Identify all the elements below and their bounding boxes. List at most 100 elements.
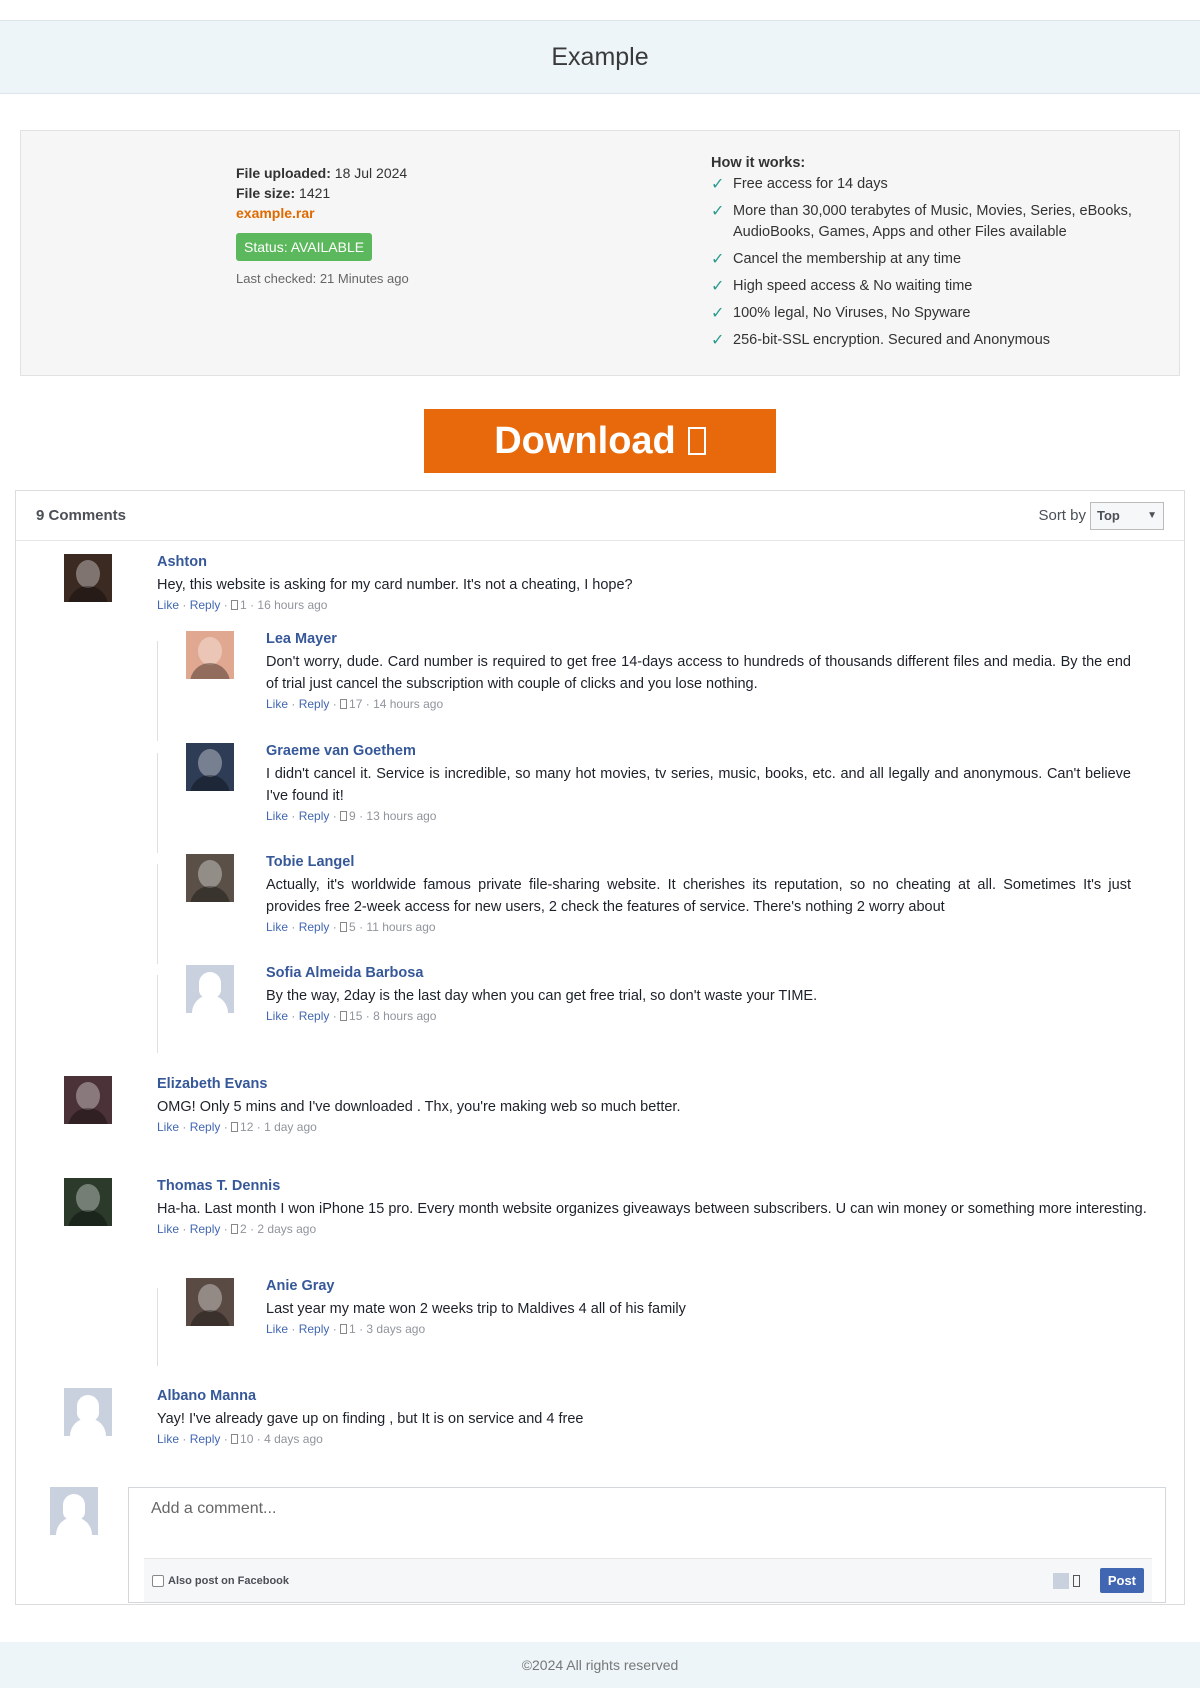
add-comment-box[interactable]: Add a comment... Also post on Facebook P… [128, 1487, 1166, 1603]
comment-time: 11 hours ago [366, 920, 436, 934]
site-header: Example [0, 20, 1200, 94]
comment-text: Ha-ha. Last month I won iPhone 15 pro. E… [157, 1201, 1147, 1217]
feature-item: ✓ High speed access & No waiting time [711, 278, 973, 295]
download-label: Download [494, 419, 676, 462]
chevron-down-icon: ▼ [1147, 510, 1157, 521]
feature-item: ✓ Cancel the membership at any time [711, 251, 962, 268]
thumbs-up-icon [340, 699, 348, 709]
like-count: 1 [349, 1322, 356, 1336]
comment: Ashton Hey, this website is asking for my… [157, 554, 1147, 612]
avatar-icon[interactable] [1052, 1572, 1069, 1589]
like-count: 5 [349, 920, 356, 934]
sort-label: Sort by [1038, 507, 1086, 524]
separator: · [329, 1322, 341, 1336]
like-link[interactable]: Like [266, 1009, 288, 1023]
separator: · [179, 1120, 190, 1134]
commenter-avatar[interactable] [186, 631, 234, 679]
separator: · [246, 598, 258, 612]
how-it-works-title: How it works: [711, 155, 806, 171]
like-link[interactable]: Like [157, 1432, 179, 1446]
comment-text: Actually, it's worldwide famous private … [266, 877, 1131, 915]
comment-text: Hey, this website is asking for my card … [157, 577, 633, 593]
like-link[interactable]: Like [157, 598, 179, 612]
comment-meta: Like · Reply · 15 · 8 hours ago [266, 1009, 1131, 1023]
reply-link[interactable]: Reply [299, 920, 330, 934]
separator: · [355, 920, 367, 934]
separator: · [362, 697, 374, 711]
separator: · [246, 1222, 258, 1236]
thumbs-up-icon [340, 1324, 348, 1334]
reply-link[interactable]: Reply [299, 809, 330, 823]
comments-section: 9 Comments Sort by Top ▼ Ashton Hey, this… [15, 490, 1185, 1605]
comment-meta: Like · Reply · 1 · 3 days ago [266, 1322, 1131, 1336]
commenter-avatar[interactable] [186, 1278, 234, 1326]
facebook-checkbox[interactable]: Also post on Facebook [152, 1574, 289, 1587]
reply-link[interactable]: Reply [190, 1432, 221, 1446]
commenter-name[interactable]: Tobie Langel [266, 854, 1131, 870]
like-count: 10 [240, 1432, 254, 1446]
comment-input[interactable]: Add a comment... [151, 1500, 276, 1518]
commenter-name[interactable]: Sofia Almeida Barbosa [266, 965, 1131, 981]
comment-text: I didn't cancel it. Service is incredibl… [266, 766, 1131, 804]
sort-select[interactable]: Top ▼ [1090, 501, 1164, 530]
last-checked: Last checked: 21 Minutes ago [236, 271, 409, 286]
commenter-avatar[interactable] [64, 1178, 112, 1226]
separator: · [288, 809, 299, 823]
separator: · [179, 1222, 190, 1236]
commenter-name[interactable]: Albano Manna [157, 1388, 1147, 1404]
reply-link[interactable]: Reply [299, 1009, 330, 1023]
checkbox-icon[interactable] [152, 1574, 164, 1587]
dropdown-icon[interactable] [1072, 1574, 1080, 1587]
like-link[interactable]: Like [157, 1120, 179, 1134]
commenter-name[interactable]: Thomas T. Dennis [157, 1178, 1147, 1194]
comment-meta: Like · Reply · 2 · 2 days ago [157, 1222, 1147, 1236]
reply-link[interactable]: Reply [299, 1322, 330, 1336]
commenter-avatar[interactable] [64, 1076, 112, 1124]
how-it-works: How it works: ✓ Free access for 14 days ✓… [711, 153, 1161, 357]
sort-value: Top [1097, 508, 1120, 523]
commenter-avatar[interactable] [64, 554, 112, 602]
thumbs-up-icon [231, 1434, 239, 1444]
feature-item: ✓ 100% legal, No Viruses, No Spyware [711, 305, 971, 322]
commenter-name[interactable]: Elizabeth Evans [157, 1076, 1147, 1092]
separator: · [288, 697, 299, 711]
like-link[interactable]: Like [266, 697, 288, 711]
like-count: 2 [240, 1222, 247, 1236]
separator: · [288, 1322, 299, 1336]
commenter-avatar[interactable] [64, 1388, 112, 1436]
commenter-name[interactable]: Lea Mayer [266, 631, 1131, 647]
commenter-name[interactable]: Ashton [157, 554, 1147, 570]
reply-link[interactable]: Reply [190, 598, 221, 612]
reply-link[interactable]: Reply [190, 1120, 221, 1134]
reply-link[interactable]: Reply [299, 697, 330, 711]
like-link[interactable]: Like [157, 1222, 179, 1236]
like-link[interactable]: Like [266, 809, 288, 823]
download-button[interactable]: Download [424, 409, 776, 473]
comment: Graeme van Goethem I didn't cancel it. Se… [266, 743, 1131, 823]
separator: · [220, 1222, 232, 1236]
commenter-name[interactable]: Graeme van Goethem [266, 743, 1131, 759]
like-link[interactable]: Like [266, 920, 288, 934]
commenter-name[interactable]: Anie Gray [266, 1278, 1131, 1294]
comment-text: Don't worry, dude. Card number is requir… [266, 654, 1131, 692]
thumbs-up-icon [231, 600, 239, 610]
commenter-avatar[interactable] [186, 743, 234, 791]
post-area: Post [1052, 1568, 1144, 1593]
comment: Albano Manna Yay! I've already gave up on… [157, 1388, 1147, 1446]
reply-thread-line [157, 753, 158, 853]
separator: · [253, 1120, 265, 1134]
commenter-avatar[interactable] [186, 965, 234, 1013]
separator: · [220, 1120, 232, 1134]
download-icon [687, 427, 706, 455]
comment-meta: Like · Reply · 17 · 14 hours ago [266, 697, 1131, 711]
like-link[interactable]: Like [266, 1322, 288, 1336]
commenter-avatar[interactable] [186, 854, 234, 902]
comment-time: 1 day ago [264, 1120, 317, 1134]
check-icon: ✓ [711, 203, 725, 220]
post-button[interactable]: Post [1099, 1568, 1144, 1593]
add-comment-footer: Also post on Facebook Post [144, 1558, 1152, 1602]
reply-thread-line [157, 641, 158, 741]
separator: · [220, 598, 232, 612]
reply-link[interactable]: Reply [190, 1222, 221, 1236]
file-name: example.rar [236, 205, 315, 221]
